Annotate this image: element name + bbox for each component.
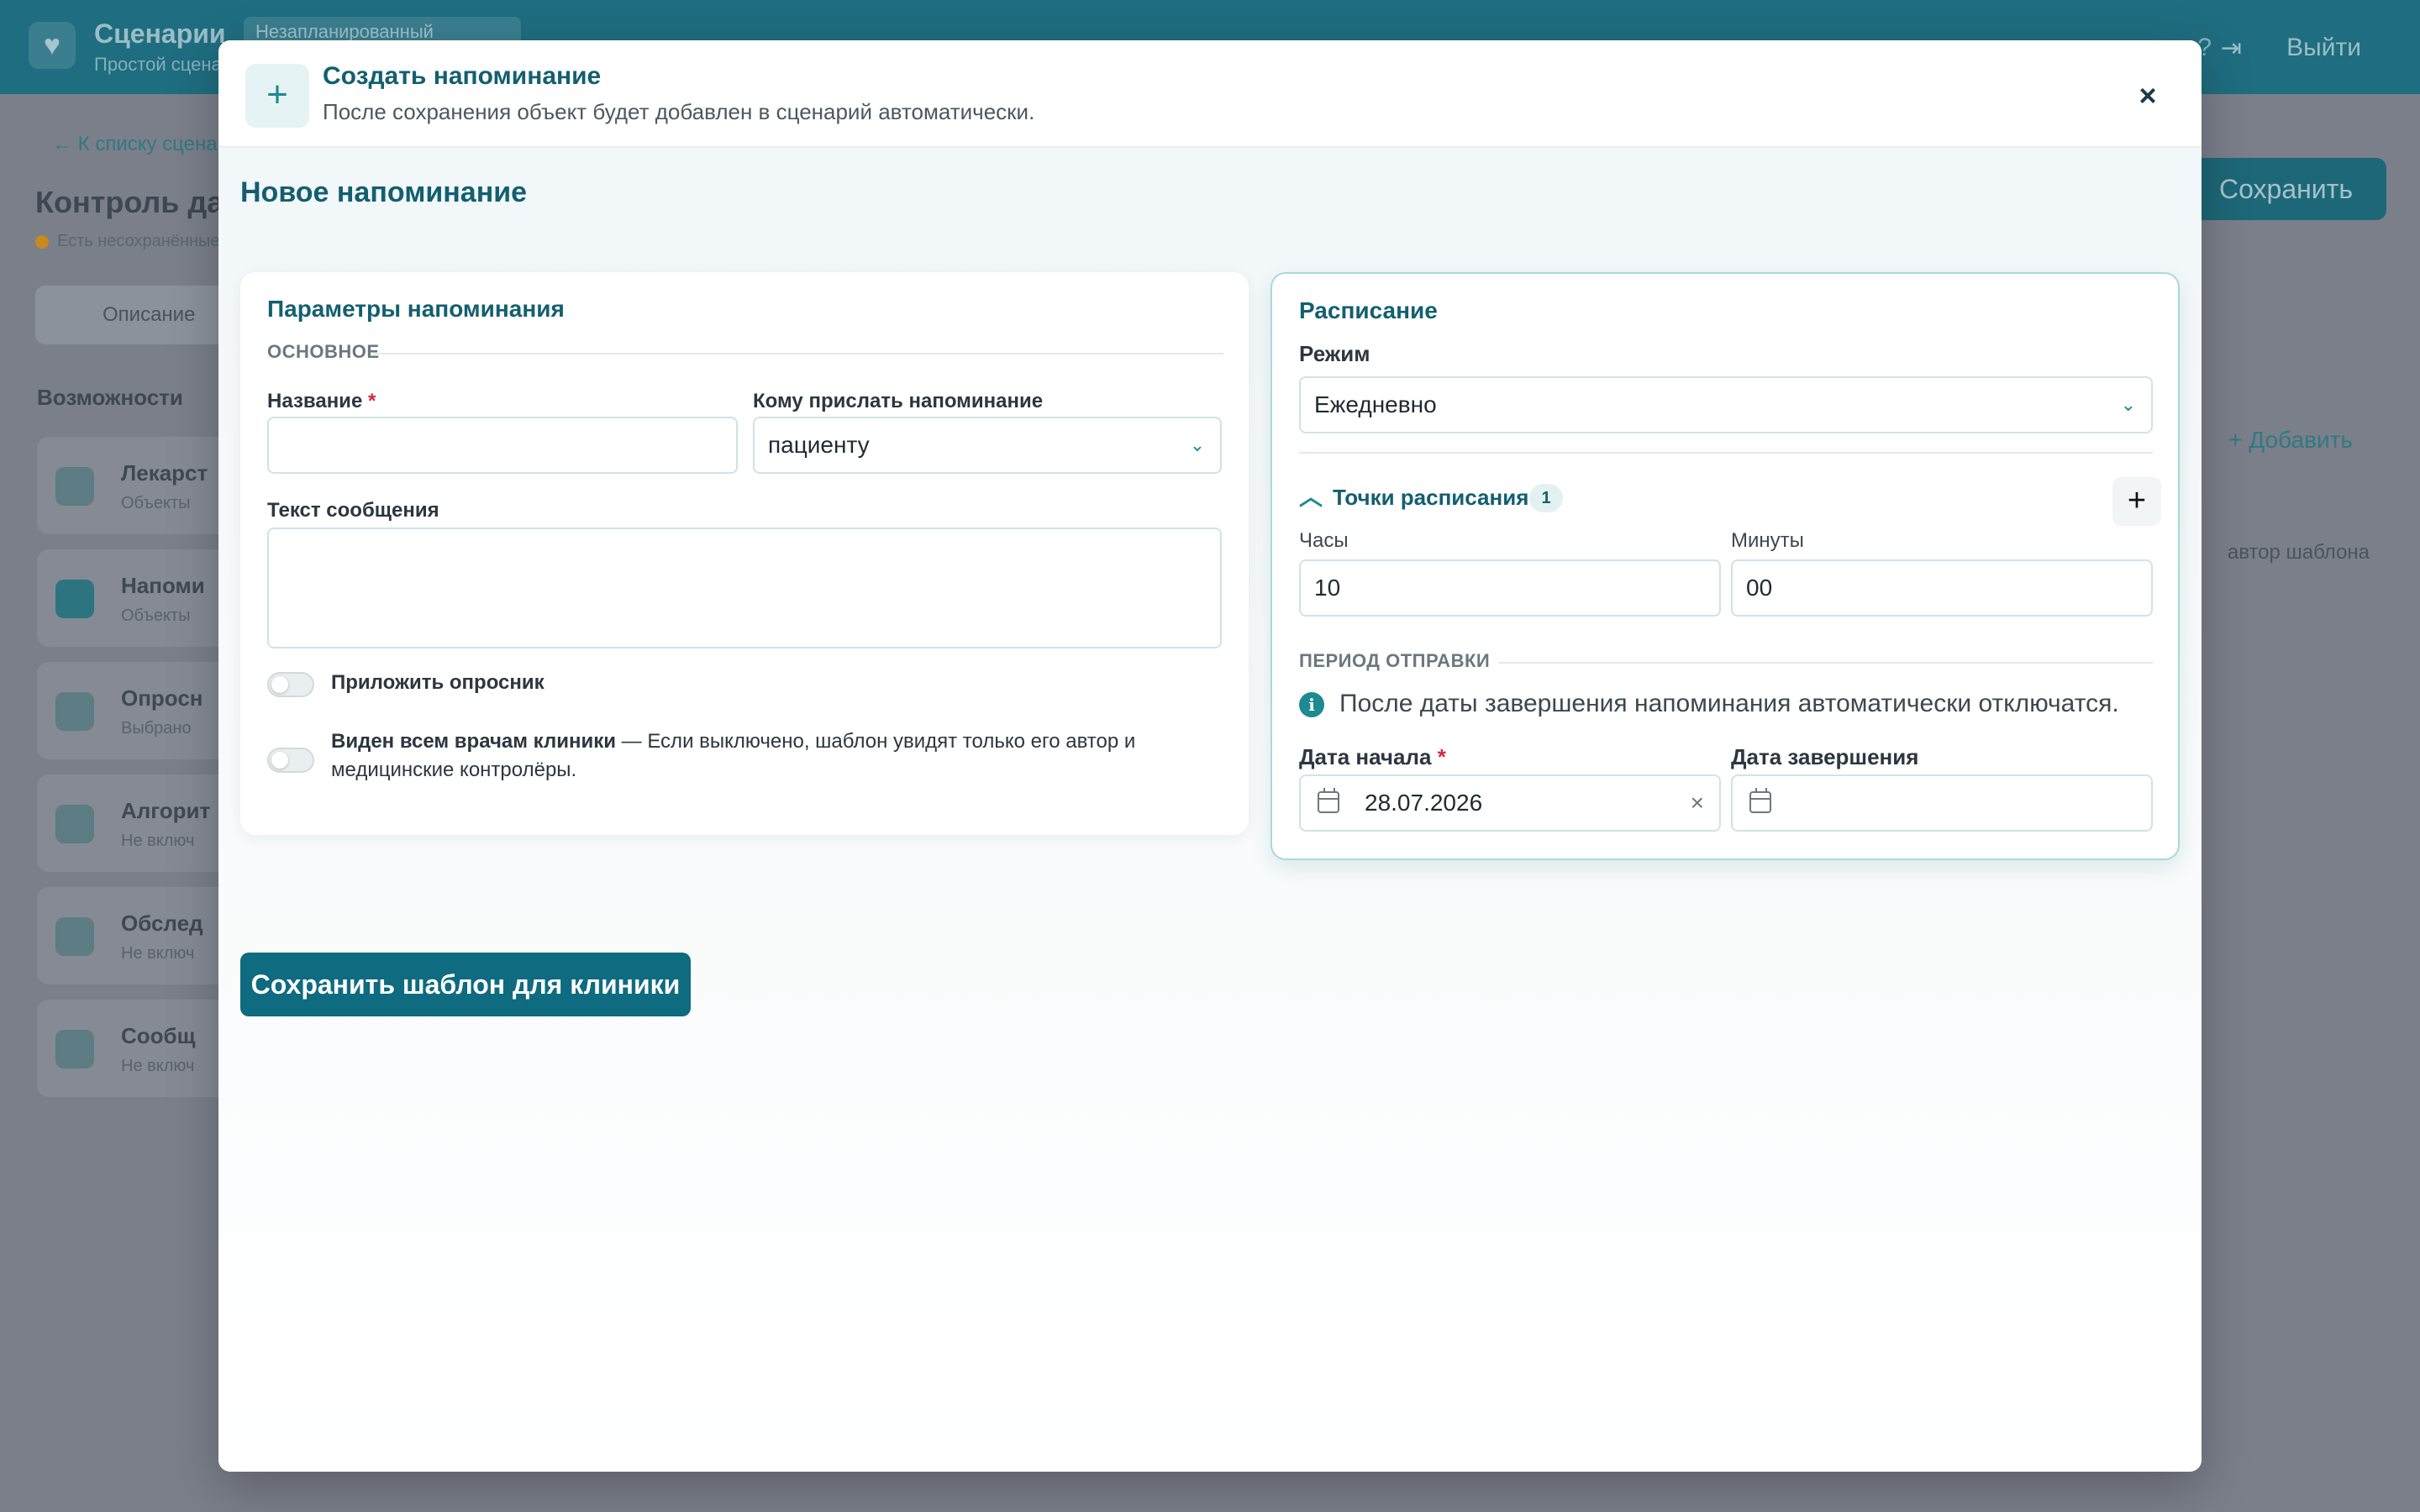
attach-survey-label: Приложить опросник [331, 671, 544, 694]
start-date-input[interactable]: 28.07.2026 × [1299, 774, 1721, 832]
end-date-input[interactable] [1731, 774, 2153, 832]
hours-label: Часы [1299, 529, 1349, 552]
attach-survey-toggle[interactable] [267, 672, 314, 697]
group-label-basic: ОСНОВНОЕ [267, 341, 380, 362]
calendar-icon [1318, 788, 1339, 813]
toggle-knob [271, 676, 288, 693]
list-item-name: Сообщ [121, 1023, 196, 1048]
schedule-card: Расписание Режим Ежедневно ⌄ ︿ Точки рас… [1270, 272, 2180, 860]
start-date-label: Дата начала * [1299, 744, 1446, 769]
section-heading: Возможности [37, 385, 183, 410]
period-label: ПЕРИОД ОТПРАВКИ [1299, 650, 1491, 671]
list-item[interactable]: Сообщ Не включ [37, 1000, 239, 1097]
minutes-input[interactable]: 00 [1731, 559, 2153, 617]
logout-icon: ⇥ [2220, 34, 2242, 62]
mode-select[interactable]: Ежедневно ⌄ [1299, 376, 2153, 433]
chevron-down-icon: ⌄ [2120, 394, 2136, 415]
list-item[interactable]: Опросн Выбрано [37, 662, 239, 759]
list-item-sub: Выбрано [121, 719, 192, 738]
algorithm-icon [55, 805, 94, 843]
group-divider [373, 353, 1223, 354]
app-title: Сценарии [94, 18, 226, 49]
message-label: Текст сообщения [267, 499, 439, 522]
list-item-sub: Объекты [121, 494, 191, 512]
divider [1299, 452, 2153, 454]
list-item-sub: Объекты [121, 606, 191, 625]
schedule-card-title: Расписание [1299, 297, 1438, 323]
visible-to-all-label: Виден всем врачам клиники — Если выключе… [331, 730, 1136, 781]
list-item[interactable]: Обслед Не включ [37, 887, 239, 984]
close-button[interactable]: × [2128, 76, 2168, 116]
visible-to-all-toggle[interactable] [267, 748, 314, 773]
list-item[interactable]: Напоми Объекты [37, 549, 239, 647]
name-input[interactable] [267, 417, 738, 474]
points-count-badge: 1 [1529, 484, 1563, 512]
recipient-select[interactable]: пациенту ⌄ [753, 417, 1222, 474]
start-date-value: 28.07.2026 [1365, 790, 1483, 816]
list-item[interactable]: Лекарст Объекты [37, 437, 239, 534]
list-item-sub: Не включ [121, 944, 195, 963]
logout-button[interactable]: Выйти [2286, 34, 2361, 62]
tab-description[interactable]: Описание [35, 286, 237, 344]
list-item-name: Лекарст [121, 460, 208, 486]
minutes-label: Минуты [1731, 529, 1804, 552]
dialog-subtitle: После сохранения объект будет добавлен в… [323, 99, 1035, 124]
page-title: Контроль дав [35, 185, 243, 219]
end-date-label: Дата завершения [1731, 744, 1919, 769]
save-template-button[interactable]: Сохранить шаблон для клиники [240, 953, 691, 1016]
required-mark: * [1437, 744, 1446, 769]
author-filter: автор шаблона [2227, 541, 2370, 564]
plus-icon: + [2127, 483, 2147, 518]
exam-icon [55, 917, 94, 956]
close-icon: × [2139, 78, 2157, 113]
form-title: Новое напоминание [240, 176, 528, 208]
clear-icon[interactable]: × [1691, 776, 1704, 830]
message-icon [55, 1030, 94, 1068]
required-mark: * [367, 390, 376, 412]
add-schedule-point-button[interactable]: + [2112, 477, 2161, 526]
list-item-sub: Не включ [121, 832, 195, 850]
group-divider [1499, 662, 2153, 664]
mode-label: Режим [1299, 341, 1370, 366]
background-add-button[interactable]: + Добавить [2228, 427, 2353, 454]
list-item-name: Напоми [121, 573, 205, 598]
create-reminder-dialog: + Создать напоминание После сохранения о… [218, 40, 2202, 1472]
background-save-button[interactable]: Сохранить [2185, 158, 2386, 220]
list-item-name: Обслед [121, 911, 203, 936]
mode-value: Ежедневно [1314, 391, 1437, 417]
info-icon: i [1299, 692, 1324, 717]
info-text: После даты завершения напоминания автома… [1339, 690, 2119, 717]
hours-input[interactable]: 10 [1299, 559, 1721, 617]
list-item-sub: Не включ [121, 1057, 195, 1075]
reminder-params-card: Параметры напоминания ОСНОВНОЕ Название … [240, 272, 1249, 835]
plus-icon: + [245, 64, 309, 128]
recipient-value: пациенту [768, 432, 870, 458]
schedule-points-title: Точки расписания [1333, 485, 1529, 510]
calendar-icon [1749, 788, 1771, 813]
warning-dot-icon [35, 234, 49, 249]
params-card-title: Параметры напоминания [267, 296, 565, 322]
chevron-up-icon: ︿ [1299, 484, 1323, 510]
name-label: Название * [267, 390, 376, 412]
list-item-name: Опросн [121, 685, 203, 711]
list-item[interactable]: Алгорит Не включ [37, 774, 239, 872]
dialog-title: Создать напоминание [323, 62, 602, 90]
chevron-down-icon: ⌄ [1189, 434, 1205, 455]
pill-icon [55, 467, 94, 506]
dialog-header: + Создать напоминание После сохранения о… [218, 40, 2202, 148]
clipboard-icon [55, 692, 94, 731]
list-item-name: Алгорит [121, 798, 211, 823]
recipient-label: Кому прислать напоминание [753, 390, 1044, 412]
toggle-knob [271, 752, 288, 769]
dialog-body: Новое напоминание Параметры напоминания … [218, 148, 2202, 1472]
app-logo-icon: ♥ [29, 22, 76, 69]
bell-icon [55, 580, 94, 618]
message-textarea[interactable] [267, 528, 1222, 648]
